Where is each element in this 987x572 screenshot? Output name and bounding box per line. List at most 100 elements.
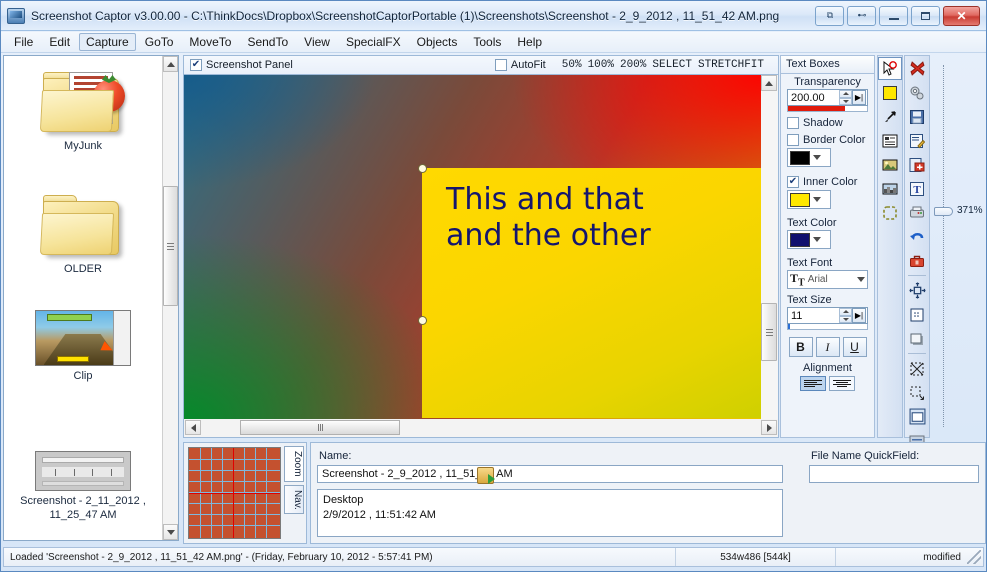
text-size-trackbar[interactable]: [787, 324, 868, 330]
menu-item-tools[interactable]: Tools: [466, 33, 508, 51]
window-frame-icon[interactable]: [905, 405, 929, 428]
menu-item-view[interactable]: View: [297, 33, 337, 51]
menu-item-specialfx[interactable]: SpecialFX: [339, 33, 408, 51]
printer-icon[interactable]: [905, 201, 929, 224]
menu-item-moveto[interactable]: MoveTo: [182, 33, 238, 51]
transparency-stepper[interactable]: [839, 90, 852, 105]
tab-text-boxes[interactable]: Text Boxes: [781, 56, 874, 74]
inner-color-checkbox[interactable]: Inner Color: [787, 176, 868, 188]
zoom-50-button[interactable]: 50%: [562, 59, 582, 71]
screenshot-panel-checkbox[interactable]: Screenshot Panel: [190, 59, 293, 71]
stepper-down-icon[interactable]: [839, 315, 852, 323]
zoom-select-button[interactable]: SELECT: [652, 59, 692, 71]
scroll-down-button[interactable]: [163, 524, 178, 540]
autofit-checkbox[interactable]: AutoFit: [494, 59, 546, 71]
italic-button[interactable]: I: [815, 337, 840, 357]
stepper-up-icon[interactable]: [839, 90, 852, 98]
maximize-button[interactable]: [911, 5, 940, 26]
menu-item-file[interactable]: File: [7, 33, 40, 51]
details-box[interactable]: Desktop 2/9/2012 , 11:51:42 AM: [317, 489, 783, 537]
text-font-combobox[interactable]: TT Arial: [787, 270, 868, 289]
tab-nav[interactable]: Nav.: [284, 484, 304, 515]
settings-gears-icon[interactable]: [905, 81, 929, 104]
canvas-horizontal-scrollbar[interactable]: [183, 419, 779, 438]
sidebar-scrollbar[interactable]: [162, 56, 178, 540]
clear-selection-icon[interactable]: [905, 357, 929, 380]
text-color-picker[interactable]: [787, 230, 831, 249]
border-color-picker[interactable]: [787, 148, 831, 167]
selection-region-icon[interactable]: [878, 201, 902, 224]
zoom-stretchfit-button[interactable]: STRETCHFIT: [698, 59, 764, 71]
menu-item-edit[interactable]: Edit: [42, 33, 77, 51]
fill-color-icon[interactable]: [878, 81, 902, 104]
text-size-spinner[interactable]: 11 ▶|: [787, 307, 868, 324]
name-input[interactable]: Screenshot - 2_9_2012 , 11_51_42 AM: [317, 465, 783, 483]
hscrollbar-thumb[interactable]: [240, 420, 400, 435]
transparency-trackbar[interactable]: [787, 106, 868, 112]
canvas-scroll-right-button[interactable]: [761, 420, 777, 435]
resize-handle-top-left[interactable]: [418, 164, 427, 173]
zoom-200-button[interactable]: 200%: [620, 59, 646, 71]
scroll-up-button[interactable]: [163, 56, 178, 72]
chevron-down-icon[interactable]: [813, 155, 821, 160]
menu-item-sendto[interactable]: SendTo: [240, 33, 295, 51]
canvas-scrollbar-thumb[interactable]: [761, 303, 777, 361]
menu-item-goto[interactable]: GoTo: [138, 33, 181, 51]
list-item[interactable]: OLDER: [4, 183, 162, 276]
pointer-select-icon[interactable]: [878, 57, 902, 80]
canvas-scroll-left-button[interactable]: [185, 420, 201, 435]
scrollbar-thumb[interactable]: [163, 186, 178, 306]
resize-canvas-icon[interactable]: [905, 279, 929, 302]
canvas-vertical-scrollbar[interactable]: [761, 74, 779, 438]
align-center-button[interactable]: [829, 376, 855, 391]
navigator-thumbnail[interactable]: [188, 447, 281, 539]
border-color-checkbox[interactable]: Border Color: [787, 134, 868, 146]
save-disk-icon[interactable]: [905, 105, 929, 128]
zoom-slider-thumb[interactable]: [934, 207, 953, 216]
chevron-down-icon[interactable]: [857, 277, 865, 282]
stepper-down-icon[interactable]: [839, 97, 852, 105]
text-tool-icon[interactable]: T: [905, 177, 929, 200]
zoom-100-button[interactable]: 100%: [588, 59, 614, 71]
close-button[interactable]: ✕: [943, 5, 980, 26]
titlebar-extra2-button[interactable]: ⊷: [847, 5, 876, 26]
tab-zoom[interactable]: Zoom: [284, 446, 304, 482]
menu-item-help[interactable]: Help: [510, 33, 549, 51]
text-size-expand-button[interactable]: ▶|: [852, 308, 866, 323]
arrow-object-icon[interactable]: [878, 105, 902, 128]
underline-button[interactable]: U: [842, 337, 867, 357]
text-box-object[interactable]: This and that and the other: [422, 168, 762, 418]
shadow-box-icon[interactable]: [905, 327, 929, 350]
stepper-up-icon[interactable]: [839, 308, 852, 316]
transparency-expand-button[interactable]: ▶|: [852, 90, 866, 105]
edit-pencil-icon[interactable]: [905, 129, 929, 152]
crop-tool-icon[interactable]: [905, 381, 929, 404]
image-canvas[interactable]: This and that and the other: [183, 74, 779, 438]
menu-item-capture[interactable]: Capture: [79, 33, 136, 51]
toolbox-icon[interactable]: [905, 249, 929, 272]
text-size-value[interactable]: 11: [788, 310, 839, 322]
list-item[interactable]: Clip: [4, 304, 162, 383]
quickfield-input[interactable]: [809, 465, 979, 483]
inner-color-picker[interactable]: [787, 190, 831, 209]
image-object-icon[interactable]: [878, 153, 902, 176]
menu-item-objects[interactable]: Objects: [410, 33, 465, 51]
resize-grip-icon[interactable]: [967, 550, 981, 564]
zoom-slider-track[interactable]: [943, 65, 944, 427]
canvas-scroll-up-button[interactable]: [761, 75, 777, 91]
undo-arrow-icon[interactable]: [905, 225, 929, 248]
crop-border-icon[interactable]: [905, 303, 929, 326]
quickfield-paste-icon[interactable]: [477, 467, 495, 484]
shadow-checkbox[interactable]: Shadow: [787, 117, 868, 129]
transparency-spinner[interactable]: 200.00 ▶|: [787, 89, 868, 106]
bold-button[interactable]: B: [788, 337, 813, 357]
minimize-button[interactable]: [879, 5, 908, 26]
list-item[interactable]: MyJunk: [4, 60, 162, 153]
add-new-icon[interactable]: [905, 153, 929, 176]
transparency-value[interactable]: 200.00: [788, 92, 839, 104]
resize-handle-bottom-left[interactable]: [418, 316, 427, 325]
zoom-slider[interactable]: 371%: [929, 61, 986, 431]
text-size-stepper[interactable]: [839, 308, 852, 323]
chevron-down-icon[interactable]: [813, 237, 821, 242]
list-item[interactable]: Screenshot - 2_11_2012 , 11_25_47 AM: [4, 445, 162, 522]
